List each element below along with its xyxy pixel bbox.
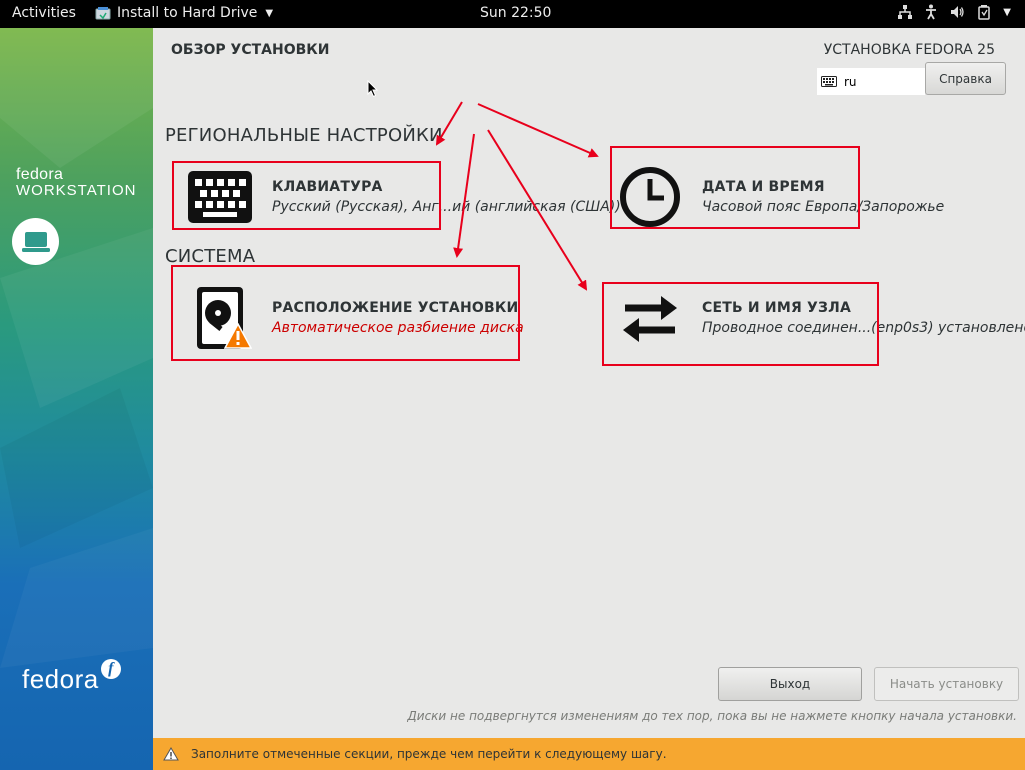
battery-icon	[978, 5, 991, 20]
keyboard-icon	[821, 76, 837, 87]
help-button[interactable]: Справка	[925, 62, 1006, 95]
fedora-infinity-icon: f	[100, 658, 121, 679]
product-title: УСТАНОВКА FEDORA 25	[823, 42, 995, 58]
clock[interactable]: Sun 22:50	[480, 5, 551, 21]
app-menu[interactable]: Install to Hard Drive ▼	[95, 5, 273, 21]
keyboard-layout-indicator[interactable]: ru	[817, 68, 925, 95]
page-title: ОБЗОР УСТАНОВКИ	[171, 42, 330, 58]
workstation-badge	[12, 218, 59, 265]
annotation-box-network	[602, 282, 879, 366]
sidebar-pattern	[0, 28, 153, 668]
fedora-logo: fedora f	[22, 658, 121, 695]
warning-message: Заполните отмеченные секции, прежде чем …	[191, 747, 667, 761]
annotation-box-keyboard	[172, 161, 441, 230]
annotation-box-install	[171, 265, 520, 361]
fedora-logo-text: fedora	[22, 664, 99, 694]
sidebar: fedora WORKSTATION fedora f	[0, 28, 153, 770]
mouse-cursor-icon	[367, 80, 379, 98]
network-icon	[898, 5, 913, 19]
system-tray[interactable]: ▼	[897, 4, 1011, 20]
quit-button[interactable]: Выход	[718, 667, 862, 701]
installer-app-icon	[95, 6, 111, 19]
warning-icon	[163, 747, 179, 761]
app-menu-label: Install to Hard Drive	[117, 5, 258, 21]
workstation-label: WORKSTATION	[16, 182, 137, 199]
accessibility-icon	[926, 4, 937, 20]
top-bar: Activities Install to Hard Drive ▼ Sun 2…	[0, 0, 1025, 28]
section-regional-settings: РЕГИОНАЛЬНЫЕ НАСТРОЙКИ	[165, 125, 443, 146]
section-system: СИСТЕМА	[165, 246, 256, 267]
keyboard-layout-label: ru	[844, 74, 857, 89]
volume-icon	[951, 6, 964, 18]
disclaimer-text: Диски не подвергнутся изменениям до тех …	[407, 709, 1017, 723]
installation-summary: ОБЗОР УСТАНОВКИ УСТАНОВКА FEDORA 25 ru С…	[153, 28, 1025, 770]
annotation-box-datetime	[610, 146, 860, 229]
warning-bar: Заполните отмеченные секции, прежде чем …	[153, 738, 1025, 770]
chevron-down-icon: ▼	[265, 7, 274, 19]
power-menu-icon: ▼	[1003, 6, 1011, 18]
activities-button[interactable]: Activities	[12, 5, 76, 21]
laptop-icon	[21, 231, 50, 252]
begin-installation-button[interactable]: Начать установку	[874, 667, 1019, 701]
